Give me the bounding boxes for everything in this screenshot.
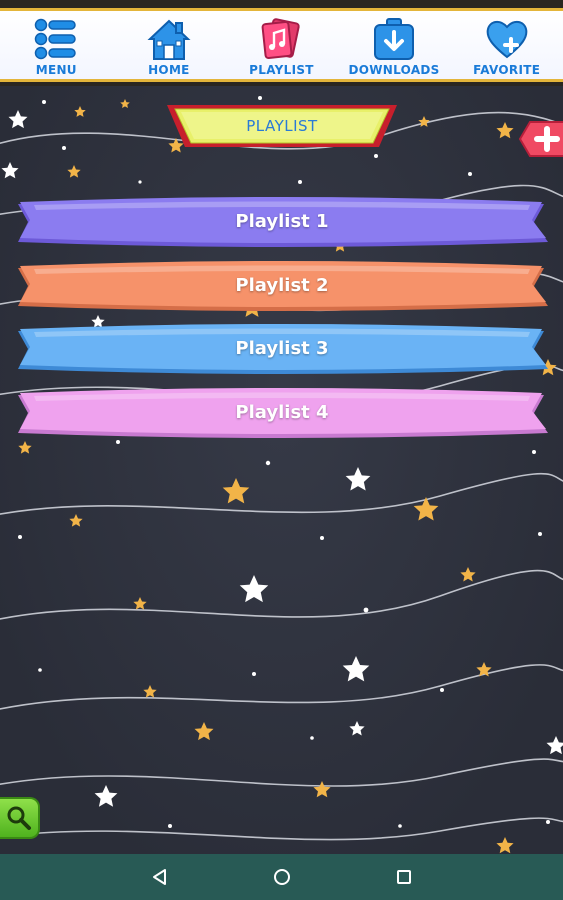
- page-title-banner: PLAYLIST: [167, 103, 397, 149]
- playlist-label: Playlist 3: [235, 337, 329, 359]
- recents-icon[interactable]: [391, 864, 417, 890]
- playlist-item-4[interactable]: Playlist 4: [14, 387, 550, 441]
- playlist-item-3[interactable]: Playlist 3: [14, 323, 550, 377]
- playlist-item-1[interactable]: Playlist 1: [14, 196, 550, 250]
- nav-menu-label: MENU: [35, 63, 77, 77]
- home-icon: [145, 15, 193, 63]
- menu-icon: [32, 15, 80, 63]
- top-nav-bar: MENU HOME PLAYLIST DOWNLOADS FAVORITE: [0, 0, 563, 86]
- nav-menu-button[interactable]: MENU: [0, 11, 113, 79]
- nav-playlist-label: PLAYLIST: [249, 63, 314, 77]
- nav-playlist-button[interactable]: PLAYLIST: [225, 11, 338, 79]
- nav-home-label: HOME: [148, 63, 190, 77]
- playlist-icon: [257, 15, 305, 63]
- nav-favorite-button[interactable]: FAVORITE: [450, 11, 563, 79]
- favorite-icon: [483, 15, 531, 63]
- search-icon: [7, 806, 31, 830]
- plus-icon: [518, 121, 563, 157]
- playlist-item-2[interactable]: Playlist 2: [14, 260, 550, 314]
- back-icon[interactable]: [147, 864, 173, 890]
- playlist-label: Playlist 1: [235, 210, 329, 232]
- search-button[interactable]: [0, 797, 40, 839]
- system-nav-bar: [0, 854, 563, 900]
- playlist-label: Playlist 4: [235, 401, 329, 423]
- add-playlist-button[interactable]: [518, 120, 563, 158]
- page-title: PLAYLIST: [246, 117, 318, 135]
- nav-downloads-label: DOWNLOADS: [348, 63, 440, 77]
- nav-downloads-button[interactable]: DOWNLOADS: [338, 11, 451, 79]
- downloads-icon: [370, 15, 418, 63]
- top-nav-strip: MENU HOME PLAYLIST DOWNLOADS FAVORITE: [0, 8, 563, 82]
- playlist-label: Playlist 2: [235, 274, 329, 296]
- nav-favorite-label: FAVORITE: [473, 63, 541, 77]
- nav-home-button[interactable]: HOME: [113, 11, 226, 79]
- home-circle-icon[interactable]: [269, 864, 295, 890]
